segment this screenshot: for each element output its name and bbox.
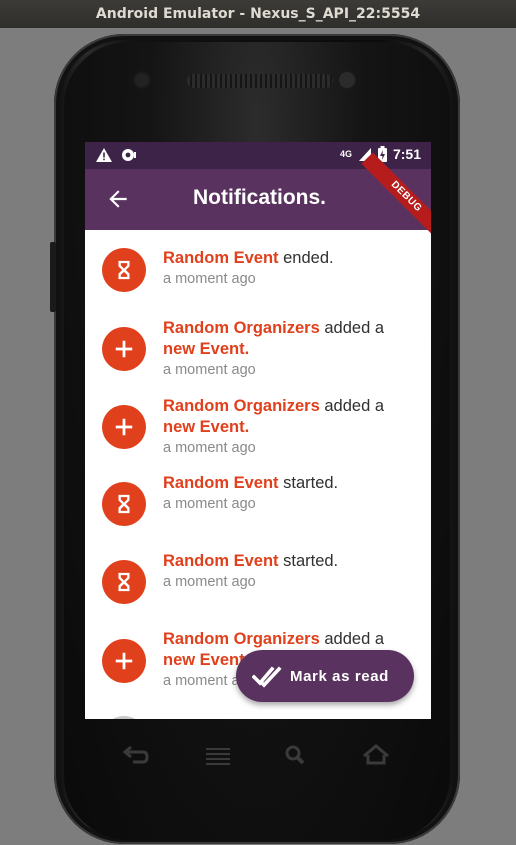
home-icon[interactable] bbox=[361, 743, 391, 767]
page-title: Notifications. bbox=[193, 186, 327, 209]
hourglass-icon bbox=[102, 248, 146, 292]
notification-action: ended. bbox=[278, 249, 334, 267]
plus-icon bbox=[102, 327, 146, 371]
double-check-icon bbox=[252, 666, 282, 688]
notification-time: a moment ago bbox=[163, 440, 256, 456]
notification-subject: Random Event bbox=[163, 474, 279, 492]
app-bar: Notifications. DEBUG bbox=[85, 152, 431, 242]
hourglass-icon bbox=[102, 482, 146, 526]
menu-icon[interactable] bbox=[203, 743, 233, 767]
clock: 7:51 bbox=[392, 146, 421, 162]
back-icon[interactable] bbox=[121, 743, 151, 767]
notification-subject: Random Organizers bbox=[163, 319, 320, 337]
notification-action: started. bbox=[278, 474, 339, 492]
mark-as-read-button[interactable]: Mark as read bbox=[236, 650, 414, 702]
notification-subject: Random Organizers bbox=[163, 397, 320, 415]
warning-icon bbox=[96, 148, 112, 162]
notification-action: added a bbox=[319, 630, 385, 648]
notification-subject: Random Event bbox=[163, 249, 279, 267]
device-screen: 4G 7:51 Notifications. DEBUG Random Even… bbox=[85, 142, 431, 719]
notification-time: a moment ago bbox=[163, 496, 256, 512]
earpiece-speaker bbox=[187, 74, 333, 88]
sensor-icon bbox=[135, 73, 149, 87]
notification-time: a moment ago bbox=[163, 271, 256, 287]
volume-button[interactable] bbox=[50, 242, 56, 312]
notification-subject: Random Organizers bbox=[163, 630, 320, 648]
notification-action: added a bbox=[319, 319, 385, 337]
back-arrow-icon[interactable] bbox=[105, 186, 131, 212]
notification-subject: Random Event bbox=[163, 552, 279, 570]
notification-time: a moment ago bbox=[163, 362, 256, 378]
front-camera-icon bbox=[339, 72, 355, 88]
notification-object: new Event. bbox=[163, 340, 250, 358]
debug-app-icon bbox=[122, 149, 136, 161]
partial-avatar bbox=[102, 716, 146, 719]
plus-icon bbox=[102, 639, 146, 683]
window-title: Android Emulator - Nexus_S_API_22:5554 bbox=[0, 0, 516, 28]
notification-action: started. bbox=[278, 552, 339, 570]
notification-object: new Event. bbox=[163, 418, 250, 436]
system-nav-bar bbox=[85, 733, 431, 781]
network-type: 4G bbox=[339, 149, 352, 159]
notification-time: a moment ago bbox=[163, 574, 256, 590]
hourglass-icon bbox=[102, 560, 146, 604]
notification-action: added a bbox=[319, 397, 385, 415]
mark-as-read-label: Mark as read bbox=[290, 667, 389, 685]
notification-object: new Event. bbox=[163, 651, 250, 669]
search-icon[interactable] bbox=[281, 743, 311, 767]
plus-icon bbox=[102, 405, 146, 449]
